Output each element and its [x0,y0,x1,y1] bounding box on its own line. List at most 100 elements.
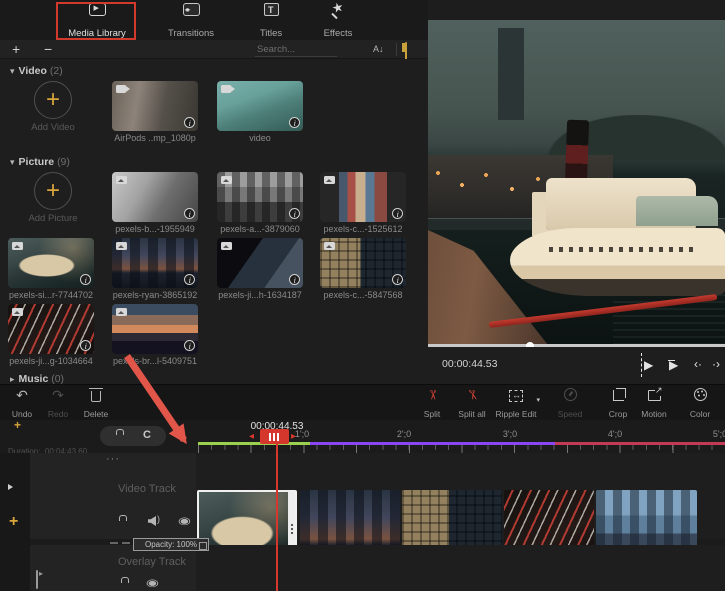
media-thumb-picture-8[interactable] [112,304,198,354]
info-icon[interactable] [289,208,300,219]
media-thumb-picture-4[interactable] [112,238,198,288]
titles-icon [264,3,279,16]
opacity-badge: Opacity: 100% [133,538,209,551]
ripple-edit-button[interactable]: ▾ Ripple Edit [490,388,542,419]
info-icon[interactable] [184,274,195,285]
thumb-label: pexels-ji...h-1634187 [210,290,310,300]
tab-label: Effects [324,28,353,39]
tab-media-library[interactable]: Media Library [60,3,134,39]
add-media-button[interactable]: + [12,40,20,58]
ruler-label: 5';0 [706,429,725,439]
section-header-video[interactable]: ▾Video (2) [10,65,63,77]
info-icon[interactable] [289,117,300,128]
search-input[interactable] [255,42,337,57]
picture-icon [116,176,127,184]
info-icon[interactable] [80,340,91,351]
section-header-picture[interactable]: ▾Picture (9) [10,156,70,168]
tab-label: Titles [260,28,282,39]
effects-icon [330,3,346,17]
timeline-lock-render-group: C [100,426,166,446]
next-frame-icon[interactable]: ·› [712,357,720,371]
info-icon[interactable] [184,117,195,128]
chevron-right-icon: ▸ [10,374,15,384]
thumb-art [339,172,387,222]
media-thumb-video-1[interactable] [217,81,303,131]
preview-timecode: 00:00:44.53 [442,358,497,370]
filmora-window: Media Library Transitions Titles Effects… [0,0,725,591]
picture-icon [221,176,232,184]
track-menu-icon[interactable]: ··· [106,456,120,462]
split-all-button[interactable]: ✂ Split all [450,388,494,419]
split-button[interactable]: ✂ Split [410,388,454,419]
tab-titles[interactable]: Titles [243,3,299,39]
info-icon[interactable] [184,208,195,219]
add-track-plus-icon[interactable]: + [9,513,18,531]
previous-frame-icon[interactable]: ‹· [694,357,702,371]
sort-icon[interactable]: A↓ [373,44,384,54]
tab-transitions[interactable]: Transitions [153,3,229,39]
info-icon[interactable] [289,274,300,285]
playhead-left-chevron-icon[interactable]: ◂ [249,431,254,442]
playhead-right-chevron-icon[interactable]: ▸ [291,431,296,442]
tab-bar: Media Library Transitions Titles Effects [0,0,428,40]
remove-media-button[interactable]: − [44,40,52,58]
picture-icon [116,308,127,316]
playhead-line[interactable] [276,444,278,591]
video-track-header[interactable]: ··· Video Track [30,453,196,539]
media-thumb-picture-0[interactable] [112,172,198,222]
playhead-marker[interactable] [260,429,289,444]
media-library-icon [89,3,106,16]
track-resize-handle[interactable] [110,542,130,544]
info-icon[interactable] [80,274,91,285]
scissors-icon: ✂ [425,390,439,401]
picture-icon [116,242,127,250]
render-icon[interactable]: C [143,429,151,441]
info-icon[interactable] [392,208,403,219]
tab-effects[interactable]: Effects [306,3,370,39]
play-icon[interactable]: ▶ [641,358,653,372]
track-visibility-icon[interactable] [180,511,189,529]
preview-bottom-bar: 00:00:44.53 ▶ ▶ ‹· ·› [428,347,725,384]
media-library-panel: ▾Video (2) Add Video AirPods ..mp_1080p … [0,59,428,385]
color-palette-icon [694,388,707,401]
plus-circle-icon [34,172,72,210]
chevron-down-icon: ▾ [10,157,15,167]
crop-icon [613,390,624,401]
motion-button[interactable]: Motion [632,388,676,419]
toolbar-divider [396,43,397,56]
speed-button[interactable]: Speed [548,388,592,419]
media-thumb-video-0[interactable] [112,81,198,131]
overlay-track-header[interactable]: Overlay Track [30,545,196,591]
track-name: Overlay Track [118,556,186,568]
picture-icon [324,242,335,250]
media-thumb-picture-6[interactable] [320,238,406,288]
color-button[interactable]: Color [678,388,722,419]
video-camera-icon [221,85,231,93]
add-picture-button[interactable]: Add Picture [8,172,98,230]
media-thumb-picture-5[interactable] [217,238,303,288]
plus-circle-icon [34,81,72,119]
media-thumb-picture-7[interactable] [8,304,94,354]
media-thumb-picture-2[interactable] [320,172,406,222]
media-thumb-picture-3[interactable] [8,238,94,288]
thumb-label: AirPods ..mp_1080p [105,133,205,143]
media-thumb-picture-1[interactable] [217,172,303,222]
picture-icon [221,242,232,250]
track-visibility-icon[interactable] [148,573,157,591]
thumb-label: pexels-br...l-5409751 [105,356,205,366]
scene-boat-greenhouse [636,196,718,226]
preview-stage[interactable] [428,20,725,345]
ruler-label: 4';0 [601,429,629,439]
info-icon[interactable] [392,274,403,285]
preview-toolbar: ◺ [428,0,725,20]
info-icon[interactable] [184,340,195,351]
delete-button[interactable]: Delete [74,388,118,419]
undo-icon: ↶ [16,388,28,402]
speed-gauge-icon [564,388,577,401]
picture-icon [324,176,335,184]
preview-video-frame [428,20,725,345]
edit-toolbar: ↶ Undo ↷ Redo Delete ✂ Split ✂ Split all… [0,384,725,420]
thumb-label: pexels-b...-1955949 [105,224,205,234]
play-to-marker-icon[interactable]: ▶ [668,358,678,372]
add-video-button[interactable]: Add Video [8,81,98,139]
